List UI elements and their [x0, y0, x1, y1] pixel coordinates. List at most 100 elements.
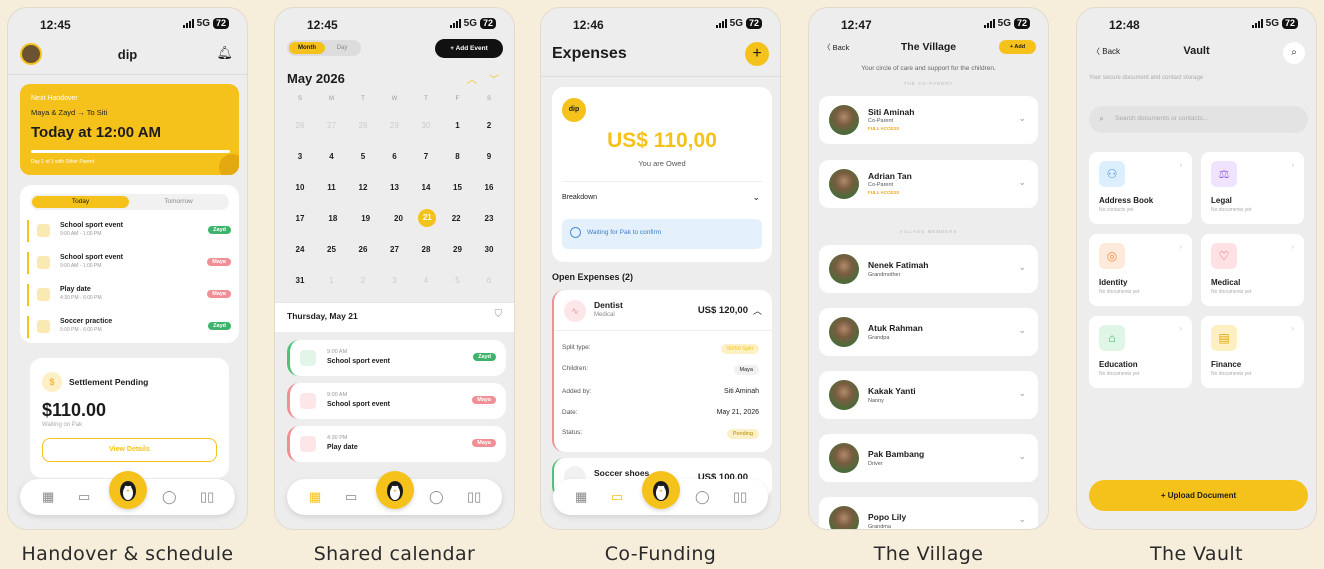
person-card[interactable]: Kakak Yanti Nanny ⌄: [819, 371, 1038, 419]
calendar-day[interactable]: 21: [418, 209, 437, 227]
calendar-day[interactable]: 7: [413, 152, 439, 161]
calendar-day[interactable]: 24: [287, 245, 313, 254]
search-field[interactable]: ⌕ Search documents or contacts...: [1089, 106, 1308, 133]
person-card[interactable]: Pak Bambang Driver ⌄: [819, 434, 1038, 482]
chevron-down-icon[interactable]: ⌄: [1018, 325, 1026, 336]
person-card[interactable]: Adrian Tan Co-Parent FULL ACCESS ⌄: [819, 160, 1038, 208]
chat-nav-icon[interactable]: ◯: [162, 489, 177, 505]
wallet-nav-icon[interactable]: ▭: [345, 489, 357, 505]
next-month-icon[interactable]: ﹀: [489, 71, 499, 86]
calendar-day[interactable]: 3: [382, 276, 408, 285]
chevron-down-icon[interactable]: ⌄: [752, 192, 760, 203]
calendar-day[interactable]: 10: [287, 183, 313, 192]
person-card[interactable]: Atuk Rahman Grandpa ⌄: [819, 308, 1038, 356]
search-icon[interactable]: ⌕: [1283, 42, 1305, 64]
list-item[interactable]: Play date 4:30 PM - 6:00 PM Maya: [27, 284, 231, 306]
calendar-day[interactable]: 23: [476, 214, 502, 227]
calendar-day[interactable]: 20: [385, 214, 411, 227]
list-item[interactable]: School sport event 9:00 AM - 1:00 PM May…: [27, 252, 231, 274]
view-details-button[interactable]: View Details: [42, 438, 217, 462]
calendar-day[interactable]: 16: [476, 183, 502, 192]
filter-icon[interactable]: ⛉: [495, 309, 503, 320]
calendar-day[interactable]: 29: [445, 245, 471, 254]
calendar-day[interactable]: 5: [445, 276, 471, 285]
penguin-home-button[interactable]: [641, 471, 680, 509]
calendar-day[interactable]: 25: [319, 245, 345, 254]
calendar-day[interactable]: 8: [445, 152, 471, 161]
chevron-up-icon[interactable]: ︿: [753, 304, 762, 317]
calendar-day[interactable]: 26: [350, 245, 376, 254]
day-event[interactable]: 9:00 AM School sport event Zayd: [287, 340, 506, 376]
tab-tomorrow[interactable]: Tomorrow: [130, 196, 227, 208]
person-card[interactable]: Nenek Fatimah Grandmother ⌄: [819, 245, 1038, 293]
calendar-day[interactable]: 9: [476, 152, 502, 161]
breakdown-toggle[interactable]: Breakdown: [562, 194, 597, 201]
chevron-down-icon[interactable]: ⌄: [1018, 113, 1026, 124]
vault-tile-address-book[interactable]: ⚇ › Address Book No contacts yet: [1089, 152, 1192, 224]
handover-card[interactable]: Next Handover Maya & Zayd → To Siti Toda…: [20, 84, 239, 175]
calendar-day[interactable]: 11: [319, 183, 345, 192]
calendar-day[interactable]: 30: [476, 245, 502, 254]
calendar-day[interactable]: 31: [287, 276, 313, 285]
wallet-nav-icon[interactable]: ▭: [611, 489, 623, 505]
book-nav-icon[interactable]: ▯▯: [200, 489, 214, 505]
add-event-button[interactable]: + Add Event: [435, 39, 503, 58]
calendar-day[interactable]: 19: [353, 214, 379, 227]
tab-today[interactable]: Today: [32, 196, 129, 208]
calendar-day[interactable]: 4: [319, 152, 345, 161]
calendar-day[interactable]: 28: [413, 245, 439, 254]
calendar-nav-icon[interactable]: ▦: [309, 489, 321, 505]
chevron-down-icon[interactable]: ⌄: [1018, 388, 1026, 399]
vault-tile-identity[interactable]: ◎ › Identity No documents yet: [1089, 234, 1192, 306]
calendar-day[interactable]: 29: [382, 121, 408, 130]
toggle-day[interactable]: Day: [325, 42, 359, 54]
calendar-day[interactable]: 2: [350, 276, 376, 285]
calendar-day[interactable]: 4: [413, 276, 439, 285]
list-item[interactable]: Soccer practice 5:00 PM - 6:00 PM Zayd: [27, 316, 231, 338]
add-member-button[interactable]: + Add: [999, 40, 1036, 54]
bell-icon[interactable]: 🔔︎: [216, 45, 233, 61]
calendar-day[interactable]: 5: [350, 152, 376, 161]
upload-document-button[interactable]: + Upload Document: [1089, 480, 1308, 511]
calendar-day[interactable]: 3: [287, 152, 313, 161]
chat-nav-icon[interactable]: ◯: [429, 489, 444, 505]
person-card[interactable]: Popo Lily Grandma ⌄: [819, 497, 1038, 529]
chevron-down-icon[interactable]: ⌄: [1018, 451, 1026, 462]
calendar-day[interactable]: 27: [382, 245, 408, 254]
calendar-day[interactable]: 1: [319, 276, 345, 285]
prev-month-icon[interactable]: ︿: [467, 71, 477, 86]
wallet-nav-icon[interactable]: ▭: [78, 489, 90, 505]
penguin-home-button[interactable]: [375, 471, 414, 509]
vault-tile-finance[interactable]: ▤ › Finance No documents yet: [1201, 316, 1304, 388]
vault-tile-medical[interactable]: ♡ › Medical No documents yet: [1201, 234, 1304, 306]
calendar-day[interactable]: 22: [443, 214, 469, 227]
calendar-day[interactable]: 15: [445, 183, 471, 192]
person-card[interactable]: Siti Aminah Co-Parent FULL ACCESS ⌄: [819, 96, 1038, 144]
vault-tile-legal[interactable]: ⚖ › Legal No documents yet: [1201, 152, 1304, 224]
day-event[interactable]: 4:30 PM Play date Maya: [287, 426, 506, 462]
calendar-day[interactable]: 1: [445, 121, 471, 130]
chevron-down-icon[interactable]: ⌄: [1018, 262, 1026, 273]
calendar-day[interactable]: 6: [476, 276, 502, 285]
calendar-day[interactable]: 28: [350, 121, 376, 130]
chat-nav-icon[interactable]: ◯: [695, 489, 710, 505]
day-event[interactable]: 9:00 AM School sport event Maya: [287, 383, 506, 419]
chevron-down-icon[interactable]: ⌄: [1018, 514, 1026, 525]
calendar-day[interactable]: 2: [476, 121, 502, 130]
calendar-day[interactable]: 6: [382, 152, 408, 161]
calendar-nav-icon[interactable]: ▦: [575, 489, 587, 505]
list-item[interactable]: School sport event 9:00 AM - 1:00 PM Zay…: [27, 220, 231, 242]
calendar-nav-icon[interactable]: ▦: [42, 489, 54, 505]
add-expense-button[interactable]: +: [745, 42, 769, 66]
toggle-month[interactable]: Month: [289, 42, 325, 54]
chevron-down-icon[interactable]: ⌄: [1018, 177, 1026, 188]
penguin-home-button[interactable]: [108, 471, 147, 509]
calendar-day[interactable]: 18: [320, 214, 346, 227]
calendar-day[interactable]: 30: [413, 121, 439, 130]
book-nav-icon[interactable]: ▯▯: [467, 489, 481, 505]
calendar-day[interactable]: 12: [350, 183, 376, 192]
calendar-day[interactable]: 14: [413, 183, 439, 192]
calendar-day[interactable]: 17: [287, 214, 313, 227]
calendar-day[interactable]: 26: [287, 121, 313, 130]
calendar-day[interactable]: 13: [382, 183, 408, 192]
